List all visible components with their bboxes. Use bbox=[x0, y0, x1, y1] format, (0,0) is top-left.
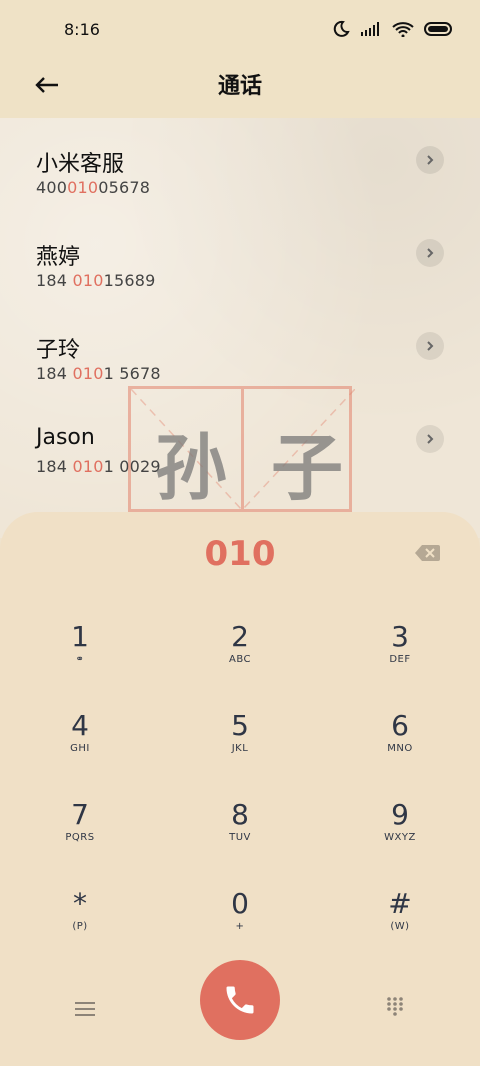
dialed-number[interactable]: 010 bbox=[0, 534, 480, 574]
key-letters: DEF bbox=[389, 654, 411, 665]
number-prefix: 184 bbox=[36, 457, 73, 476]
key-2[interactable]: 2 ABC bbox=[180, 622, 300, 702]
key-hash[interactable]: # (W) bbox=[340, 889, 460, 969]
key-digit: 1 bbox=[71, 620, 89, 653]
key-letters: ABC bbox=[228, 654, 251, 665]
key-8[interactable]: 8 TUV bbox=[180, 800, 300, 880]
key-letters: MNO bbox=[387, 743, 413, 754]
contact-details-button[interactable] bbox=[416, 146, 444, 174]
call-button[interactable] bbox=[200, 960, 280, 1040]
contact-row[interactable]: 子玲 184 0101 5678 bbox=[0, 304, 480, 397]
contact-details-button[interactable] bbox=[416, 239, 444, 267]
moon-icon bbox=[333, 20, 350, 37]
key-0[interactable]: 0 + bbox=[180, 889, 300, 969]
seal-char-left: 孙 bbox=[155, 426, 228, 510]
backspace-icon[interactable] bbox=[414, 544, 440, 562]
chevron-right-icon bbox=[427, 341, 434, 351]
key-digit: 5 bbox=[231, 709, 249, 742]
number-suffix: 15689 bbox=[103, 271, 156, 290]
key-7[interactable]: 7 PQRS bbox=[20, 800, 140, 880]
menu-icon[interactable] bbox=[74, 1000, 96, 1018]
key-digit: 3 bbox=[391, 620, 409, 653]
key-letters: (W) bbox=[390, 921, 410, 932]
number-match: 010 bbox=[72, 457, 104, 476]
key-letters: TUV bbox=[229, 832, 251, 843]
number-match: 010 bbox=[67, 178, 99, 197]
key-letters: WXYZ bbox=[384, 832, 416, 843]
contact-row[interactable]: 燕婷 184 01015689 bbox=[0, 211, 480, 304]
key-3[interactable]: 3 DEF bbox=[340, 622, 460, 702]
signal-icon bbox=[361, 22, 379, 36]
dialer-bottom-bar bbox=[0, 960, 480, 1060]
page-title: 通话 bbox=[217, 74, 262, 99]
key-digit: 2 bbox=[231, 620, 249, 653]
chevron-right-icon bbox=[427, 248, 434, 258]
number-suffix: 1 5678 bbox=[103, 364, 161, 383]
number-match: 010 bbox=[72, 364, 104, 383]
dialer-panel: 010 1 ⚭ 2 ABC 3 DEF 4 GHI 5 JKL 6 MNO 7 … bbox=[0, 512, 480, 1066]
contact-results: 小米客服 40001005678 燕婷 184 01015689 子玲 184 … bbox=[0, 118, 480, 538]
key-letters: PQRS bbox=[65, 832, 95, 843]
contact-number: 184 01015689 bbox=[36, 271, 155, 290]
key-1[interactable]: 1 ⚭ bbox=[20, 622, 140, 702]
key-star[interactable]: * (P) bbox=[20, 889, 140, 969]
chevron-right-icon bbox=[427, 155, 434, 165]
key-letters: + bbox=[235, 921, 245, 932]
key-4[interactable]: 4 GHI bbox=[20, 711, 140, 791]
key-digit: 9 bbox=[391, 798, 409, 831]
contact-name: Jason bbox=[36, 425, 95, 450]
key-letters: GHI bbox=[70, 743, 90, 754]
key-digit: 8 bbox=[231, 798, 249, 831]
status-icons bbox=[332, 20, 454, 38]
contact-number: 40001005678 bbox=[36, 178, 150, 197]
key-9[interactable]: 9 WXYZ bbox=[340, 800, 460, 880]
number-prefix: 184 bbox=[36, 364, 73, 383]
contact-number: 184 0101 5678 bbox=[36, 364, 161, 383]
number-prefix: 184 bbox=[36, 271, 73, 290]
seal-char-right: 子 bbox=[271, 426, 344, 510]
number-match: 010 bbox=[72, 271, 104, 290]
key-digit: 6 bbox=[391, 709, 409, 742]
contact-row[interactable]: 小米客服 40001005678 bbox=[0, 118, 480, 211]
wifi-icon bbox=[392, 22, 414, 37]
phone-icon bbox=[226, 986, 254, 1014]
chevron-right-icon bbox=[427, 434, 434, 444]
battery-icon bbox=[424, 22, 452, 36]
key-5[interactable]: 5 JKL bbox=[180, 711, 300, 791]
number-prefix: 400 bbox=[36, 178, 68, 197]
key-digit: 0 bbox=[231, 887, 249, 920]
seal-divider bbox=[241, 389, 244, 509]
app-header: 通话 bbox=[0, 60, 480, 118]
name-seal-watermark: 孙 子 bbox=[128, 386, 355, 512]
status-bar: 8:16 bbox=[0, 0, 480, 60]
key-digit: * bbox=[73, 887, 87, 920]
key-digit: # bbox=[388, 887, 412, 920]
key-letters: JKL bbox=[231, 743, 249, 754]
key-letters: (P) bbox=[72, 921, 88, 932]
contact-name: 小米客服 bbox=[36, 152, 125, 177]
contact-name: 子玲 bbox=[36, 338, 81, 363]
status-time: 8:16 bbox=[64, 20, 100, 39]
contact-name: 燕婷 bbox=[36, 245, 81, 270]
key-digit: 7 bbox=[71, 798, 89, 831]
key-6[interactable]: 6 MNO bbox=[340, 711, 460, 791]
contact-details-button[interactable] bbox=[416, 332, 444, 360]
keypad-toggle-icon[interactable] bbox=[385, 996, 405, 1016]
voicemail-icon: ⚭ bbox=[75, 654, 85, 665]
key-digit: 4 bbox=[71, 709, 89, 742]
contact-details-button[interactable] bbox=[416, 425, 444, 453]
number-suffix: 05678 bbox=[98, 178, 151, 197]
